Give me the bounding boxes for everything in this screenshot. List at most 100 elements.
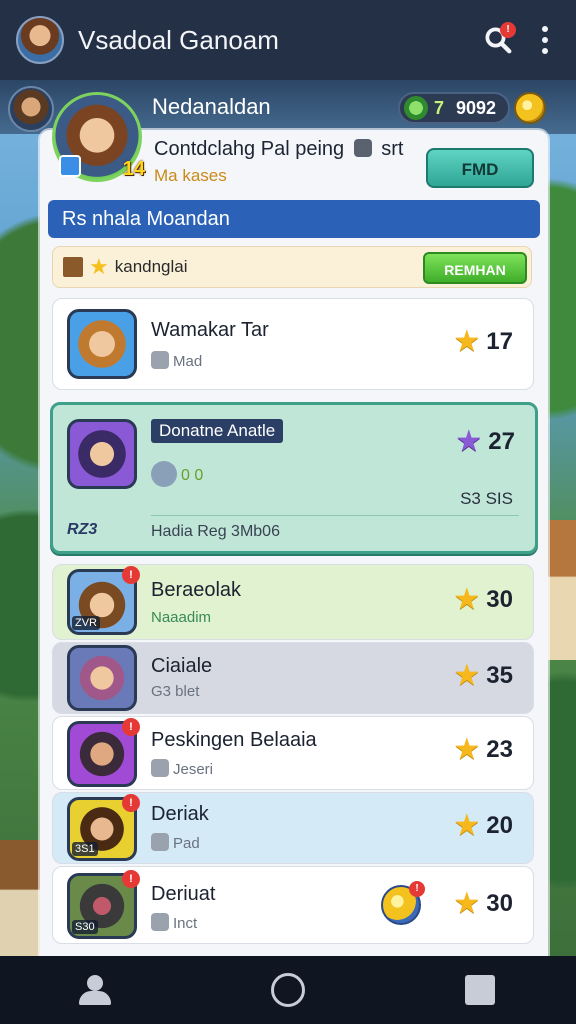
player-meta: Hadia Reg 3Mb06	[151, 523, 280, 540]
star-icon: ★	[89, 254, 109, 279]
coin-icon[interactable]	[514, 92, 546, 124]
alert-badge: !	[122, 566, 140, 584]
star-score: ★ 35	[453, 661, 513, 691]
lock-icon	[151, 833, 169, 851]
app-title: Vsadoal Ganoam	[78, 24, 279, 55]
square-icon	[465, 975, 495, 1005]
quest-label: kandnglai	[114, 257, 188, 276]
player-name: Donatne Anatle	[151, 419, 284, 443]
player-avatar: ! S30	[67, 870, 140, 939]
nav-contacts-button[interactable]	[74, 968, 118, 1012]
player-name: Wamakar Tar	[151, 319, 269, 341]
alert-badge: !	[122, 794, 140, 812]
currency-counter[interactable]: 7 9092	[398, 92, 510, 124]
star-icon: ★	[453, 325, 481, 358]
people-icon	[79, 975, 113, 1005]
player-avatar	[67, 309, 137, 379]
star-icon: ★	[453, 733, 481, 766]
player-avatar: ! ZVR	[67, 566, 140, 635]
player-small-avatar[interactable]	[8, 86, 54, 132]
panel-subheading: Ma kases	[154, 166, 227, 185]
reward-chest-button[interactable]: !	[381, 881, 425, 925]
player-avatar	[67, 419, 137, 489]
alert-badge: !	[122, 870, 140, 888]
star-icon: ★	[453, 583, 481, 616]
system-nav-bar	[0, 956, 576, 1024]
player-level: 14	[122, 158, 145, 180]
player-status: 0 0	[151, 461, 203, 487]
app-bar: Vsadoal Ganoam !	[0, 0, 576, 80]
list-item[interactable]: Ciaiale G3 blet ★ 35	[52, 642, 534, 714]
player-status: G3 blet	[151, 683, 200, 700]
list-item[interactable]: ! S30 Deriuat Inct ! ★ 30	[52, 866, 534, 944]
star-score: ★ 17	[453, 327, 513, 357]
player-name: Peskingen Belaaia	[151, 729, 317, 751]
score-value: 23	[486, 736, 513, 763]
panel-heading: Contdclahg Pal peing srt	[154, 138, 403, 161]
potion-icon	[151, 461, 177, 487]
divider	[151, 515, 519, 516]
score-value: 35	[486, 662, 513, 689]
list-item-selected[interactable]: Donatne Anatle 0 0 ★ 27 S3 SIS RZ3 Hadia…	[50, 402, 538, 554]
search-button[interactable]: !	[478, 20, 518, 60]
profile-avatar[interactable]: 14	[52, 92, 145, 182]
nav-recents-button[interactable]	[458, 968, 502, 1012]
gem-count: 7	[434, 97, 445, 118]
player-avatar: !	[67, 718, 140, 787]
player-status: Jeseri	[151, 759, 213, 778]
star-icon: ★	[455, 425, 483, 458]
book-icon	[63, 257, 83, 277]
more-menu-button[interactable]	[530, 20, 560, 60]
panel-heading-text: Contdclahg Pal peing	[154, 138, 345, 160]
player-status: Inct	[151, 913, 197, 932]
player-status: Mad	[151, 351, 202, 370]
find-button[interactable]: FMD	[426, 148, 534, 188]
redeem-button[interactable]: REMHAN	[423, 252, 527, 284]
player-status: Naaadim	[151, 609, 212, 626]
list-item[interactable]: ! ZVR Beraeolak Naaadim ★ 30	[52, 564, 534, 640]
team-tag: RZ3	[67, 521, 98, 538]
score-value: 17	[486, 328, 513, 355]
score-value: 30	[486, 586, 513, 613]
alert-badge: !	[122, 718, 140, 736]
score-value: 30	[486, 890, 513, 917]
player-name: Deriuat	[151, 883, 216, 905]
player-status: Pad	[151, 833, 200, 852]
avatar-tag: S30	[72, 920, 98, 934]
player-name: Ciaiale	[151, 655, 213, 677]
avatar-tag: ZVR	[72, 616, 100, 630]
user-avatar[interactable]	[16, 16, 64, 64]
notification-badge: !	[500, 22, 516, 38]
panel-heading-suffix: srt	[381, 138, 404, 160]
star-score: ★ 23	[453, 735, 513, 765]
list-item[interactable]: Wamakar Tar Mad ★ 17	[52, 298, 534, 390]
star-score: ★ 20	[453, 811, 513, 841]
star-score: ★ 30	[453, 889, 513, 919]
player-name: Nedanaldan	[152, 94, 271, 119]
section-title: Rs nhala Moandan	[48, 200, 540, 238]
score-value: 27	[488, 428, 515, 455]
dice-icon	[353, 139, 372, 157]
home-circle-icon	[271, 973, 305, 1007]
list-item[interactable]: ! 3S1 Deriak Pad ★ 20	[52, 792, 534, 864]
star-icon: ★	[453, 887, 481, 920]
player-avatar	[67, 645, 137, 711]
star-icon: ★	[453, 809, 481, 842]
star-icon: ★	[453, 659, 481, 692]
status-icon	[151, 351, 169, 369]
status-icon	[151, 759, 169, 777]
star-score: ★ 27	[455, 427, 515, 457]
nav-home-button[interactable]	[266, 968, 310, 1012]
player-avatar: ! 3S1	[67, 794, 140, 861]
list-item[interactable]: ! Peskingen Belaaia Jeseri ★ 23	[52, 716, 534, 790]
alert-badge: !	[409, 881, 425, 897]
player-name: Beraeolak	[151, 579, 242, 601]
avatar-tag: 3S1	[72, 842, 98, 856]
shield-icon	[59, 155, 81, 177]
more-vertical-icon	[542, 26, 548, 32]
lock-icon	[151, 913, 169, 931]
player-name: Deriak	[151, 803, 209, 825]
score-value: 20	[486, 812, 513, 839]
xp-value: S3 SIS	[460, 489, 513, 508]
gold-count: 9092	[456, 97, 497, 118]
